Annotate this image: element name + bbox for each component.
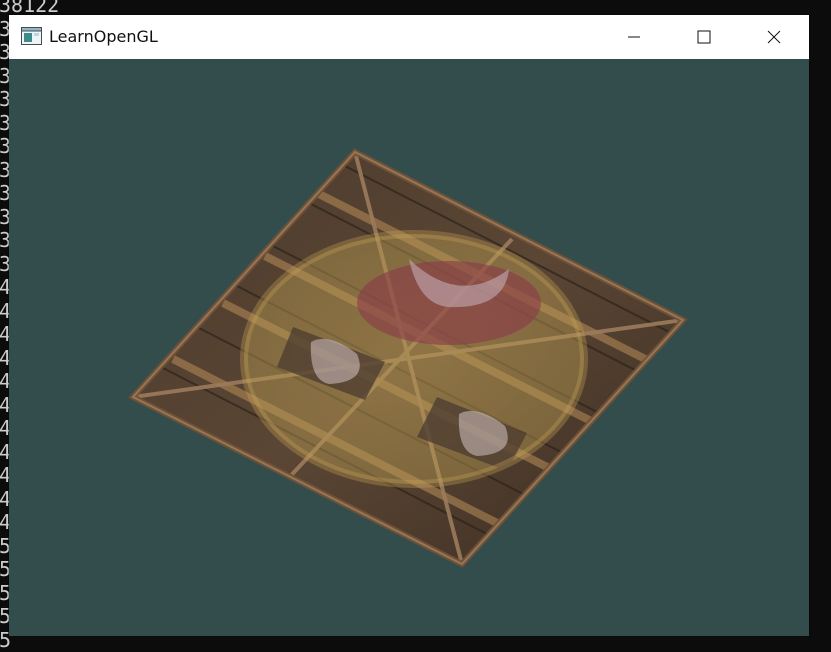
- close-button[interactable]: [739, 15, 809, 59]
- maximize-button[interactable]: [669, 15, 739, 59]
- minimize-icon: [628, 36, 640, 38]
- maximize-icon: [697, 30, 711, 44]
- app-window-icon: [21, 27, 42, 45]
- opengl-viewport[interactable]: [9, 59, 809, 636]
- rendered-scene: [128, 148, 688, 568]
- crate-texture: [128, 148, 688, 568]
- opengl-window[interactable]: LearnOpenGL: [9, 15, 809, 636]
- minimize-button[interactable]: [599, 15, 669, 59]
- close-icon: [767, 30, 781, 44]
- window-titlebar[interactable]: LearnOpenGL: [9, 15, 809, 59]
- window-title: LearnOpenGL: [49, 27, 158, 46]
- console-right-strip: [809, 0, 831, 636]
